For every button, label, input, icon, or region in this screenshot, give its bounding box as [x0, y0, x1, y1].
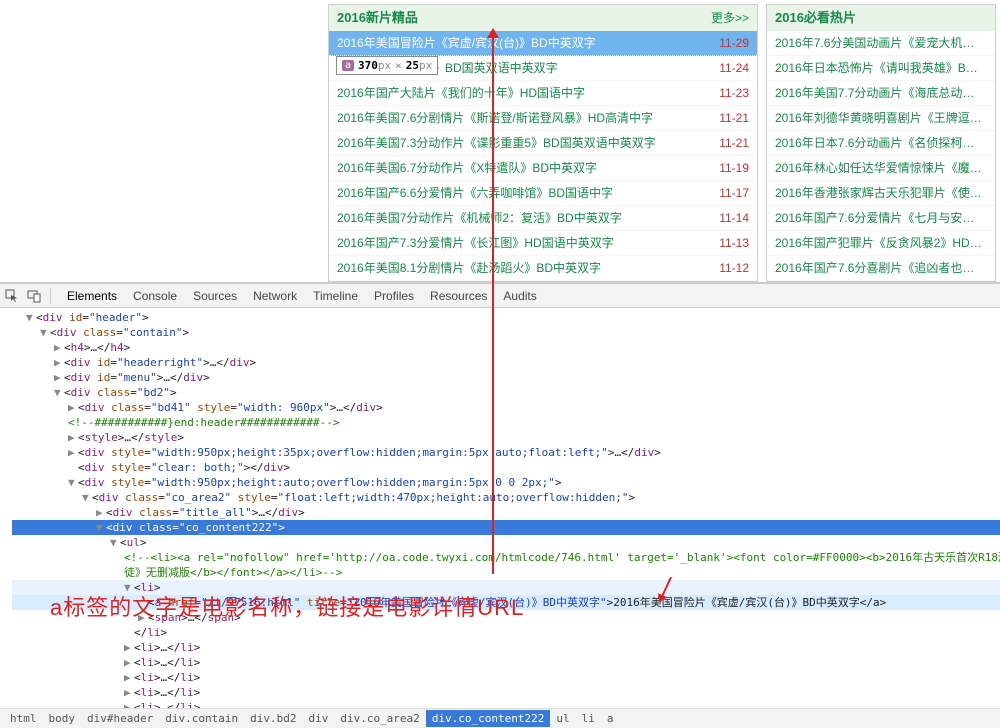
device-icon[interactable] [26, 288, 42, 304]
list-item: 2016年国产7.6分喜剧片《追凶者也》HD国语 [767, 256, 995, 281]
movie-link[interactable]: 2016年国产7.3分爱情片《长江图》HD国语中英双字 [337, 231, 614, 255]
movie-date: 11-23 [719, 81, 749, 105]
list-item: 2016年刘德华黄晓明喜剧片《王牌逗王牌》HD [767, 106, 995, 131]
list-item: 2016年美国7.3分动作片《谍影重重5》BD国英双语中英双字 11-21 [329, 131, 757, 156]
list-item: 2016年美国冒险片《宾虚/宾汉(台)》BD中英双字 11-29 [329, 31, 757, 56]
breadcrumb-item[interactable]: a [601, 710, 620, 727]
tooltip-width: 370px [358, 59, 391, 72]
panel-hot-movies: 2016必看热片 2016年7.6分美国动画片《爱宠大机密》BD国2016年日本… [766, 4, 996, 282]
movie-date: 11-19 [719, 156, 749, 180]
list-item: 2015年国产6.7分悬疑片《黑处有什么》HD国 [767, 281, 995, 282]
movie-link[interactable]: 2016年美国6.7分动作片《X特遣队》BD中英双字 [337, 156, 597, 180]
movie-link[interactable]: 2016年7.6分美国动画片《爱宠大机密》BD国 [775, 31, 985, 55]
breadcrumb-item[interactable]: div.contain [159, 710, 244, 727]
breadcrumb-item[interactable]: ul [550, 710, 575, 727]
devtools-tab-audits[interactable]: Audits [495, 285, 544, 307]
movie-date: 11-14 [719, 206, 749, 230]
devtools-tab-elements[interactable]: Elements [59, 285, 125, 307]
breadcrumb-item[interactable]: div.bd2 [244, 710, 302, 727]
more-link[interactable]: 更多>> [711, 5, 749, 31]
movie-link[interactable]: 2016年林心如任达华爱情惊悚片《魔宫魅影》 [775, 156, 985, 180]
movie-link[interactable]: 2016年国产大陆片《我们的十年》HD国语中字 [337, 81, 585, 105]
movie-link[interactable]: 2016年美国冒险片《宾虚/宾汉(台)》BD中英双字 [337, 31, 596, 55]
toolbar-separator [50, 288, 51, 304]
panel-new-movies: 2016新片精品 更多>> 2016年美国冒险片《宾虚/宾汉(台)》BD中英双字… [328, 4, 758, 282]
movie-list-right: 2016年7.6分美国动画片《爱宠大机密》BD国2016年日本恐怖片《请叫我英雄… [767, 31, 995, 282]
list-item: 2016年日本7.6分动画片《名侦探柯南：纯黑的 [767, 131, 995, 156]
panel-title: 2016必看热片 [775, 5, 856, 31]
movie-link[interactable]: 2016年日本7.6分动画片《名侦探柯南：纯黑的 [775, 131, 985, 155]
breadcrumb[interactable]: htmlbodydiv#headerdiv.containdiv.bd2divd… [0, 708, 1000, 728]
movie-link[interactable]: 2016年刘德华黄晓明喜剧片《王牌逗王牌》HD [775, 106, 985, 130]
breadcrumb-item[interactable]: div.co_content222 [426, 710, 551, 727]
movie-date: 11-21 [719, 131, 749, 155]
movie-date: 11-29 [719, 31, 749, 55]
devtools-tab-network[interactable]: Network [245, 285, 305, 307]
list-item: 2016年国产犯罪片《反贪风暴2》HD国语中英 [767, 231, 995, 256]
tooltip-times: × [395, 59, 402, 72]
movie-link[interactable]: 2016年香港张家辉古天乐犯罪片《使徒行者电 [775, 181, 985, 205]
tooltip-height: 25px [406, 59, 433, 72]
breadcrumb-item[interactable]: li [576, 710, 601, 727]
inspect-icon[interactable] [4, 288, 20, 304]
element-size-tooltip: a 370px × 25px [336, 56, 438, 75]
list-item: 2016年林心如任达华爱情惊悚片《魔宫魅影》 [767, 156, 995, 181]
annotation-text: a标签的文字是电影名称，链接是电影详情URL [50, 590, 524, 622]
list-item: 2016年国产7.3分爱情片《长江图》HD国语中英双字 11-13 [329, 231, 757, 256]
devtools-panel: ElementsConsoleSourcesNetworkTimelinePro… [0, 282, 1000, 728]
movie-link[interactable]: 2016年国产犯罪片《反贪风暴2》HD国语中英 [775, 231, 985, 255]
movie-link[interactable]: 2016年美国8.1分剧情片《赴汤蹈火》BD中英双字 [337, 256, 601, 280]
devtools-toolbar: ElementsConsoleSourcesNetworkTimelinePro… [0, 284, 1000, 308]
breadcrumb-item[interactable]: div [302, 710, 334, 727]
list-item: 2016年美国7分动作片《机械师2：复活》BD中英双字 11-14 [329, 206, 757, 231]
movie-link[interactable]: 2016年美国7.3分动作片《谍影重重5》BD国英双语中英双字 [337, 131, 656, 155]
list-item: 2016年国产7.6分爱情片《七月与安生》HD国 [767, 206, 995, 231]
comment-node: <!--###########}end:header############--… [12, 415, 1000, 430]
comment-node: <!--<li><a rel="nofollow" href='http://o… [12, 550, 1000, 565]
selected-node[interactable]: ▼<div class="co_content222"> [12, 520, 1000, 535]
breadcrumb-item[interactable]: div#header [81, 710, 159, 727]
list-item: 2016年国产6.6分爱情片《六弄咖啡馆》BD国语中字 11-17 [329, 181, 757, 206]
list-item: 2016年国产大陆片《我们的十年》HD国语中字 11-23 [329, 81, 757, 106]
movie-link[interactable]: 2016年日本恐怖片《请叫我英雄》BD日语中字 [775, 56, 985, 80]
breadcrumb-item[interactable]: body [43, 710, 82, 727]
movie-link[interactable]: 2016年国产7.6分爱情片《七月与安生》HD国 [775, 206, 985, 230]
list-item: 2016年美国6.7分动作片《X特遣队》BD中英双字 11-19 [329, 156, 757, 181]
list-item: 2016年7.6分美国动画片《爱宠大机密》BD国 [767, 31, 995, 56]
movie-date: 11-21 [719, 106, 749, 130]
movie-link[interactable]: 2016年美国7.7分动画片《海底总动员2》BD [775, 81, 985, 105]
movie-link[interactable]: 2016年国产7.6分喜剧片《追凶者也》HD国语 [775, 256, 985, 280]
tooltip-tagname: a [342, 60, 354, 71]
list-item: 2016年日本恐怖片《请叫我英雄》BD日语中字 [767, 56, 995, 81]
elements-tree[interactable]: ▼<div id="header"> ▼<div class="contain"… [0, 308, 1000, 708]
devtools-tab-resources[interactable]: Resources [422, 285, 495, 307]
movie-link[interactable]: 2016年美国7分动作片《机械师2：复活》BD中英双字 [337, 206, 622, 230]
devtools-tab-timeline[interactable]: Timeline [305, 285, 366, 307]
devtools-tab-console[interactable]: Console [125, 285, 185, 307]
annotation-arrow-main [492, 34, 494, 574]
movie-link[interactable]: 2016年国产6.6分爱情片《六弄咖啡馆》BD国语中字 [337, 181, 613, 205]
movie-date: 11-24 [719, 56, 749, 80]
movie-date: 11-12 [719, 256, 749, 280]
devtools-tab-profiles[interactable]: Profiles [366, 285, 422, 307]
devtools-tab-sources[interactable]: Sources [185, 285, 245, 307]
list-item: 2016年美国7.6分剧情片《斯诺登/斯诺登风暴》HD高清中字 11-21 [329, 106, 757, 131]
movie-date: 11-17 [719, 181, 749, 205]
panel-header: 2016必看热片 [767, 5, 995, 31]
list-item: 2016年香港张家辉古天乐犯罪片《使徒行者电 [767, 181, 995, 206]
movie-link[interactable]: 2016年美国7.6分剧情片《斯诺登/斯诺登风暴》HD高清中字 [337, 106, 653, 130]
panel-title: 2016新片精品 [337, 5, 418, 31]
list-item: 2016年美国7.7分动画片《海底总动员2》BD [767, 81, 995, 106]
page-content: 2016新片精品 更多>> 2016年美国冒险片《宾虚/宾汉(台)》BD中英双字… [0, 0, 1000, 282]
movie-date: 11-13 [719, 231, 749, 255]
list-item: 2016年美国8.1分剧情片《赴汤蹈火》BD中英双字 11-12 [329, 256, 757, 281]
panel-header: 2016新片精品 更多>> [329, 5, 757, 31]
comment-node: 徒》无删减版</b></font></a></li>--> [12, 565, 1000, 580]
breadcrumb-item[interactable]: html [4, 710, 43, 727]
movie-link[interactable]: 2015年国产6.7分悬疑片《黑处有什么》HD国 [775, 281, 985, 282]
breadcrumb-item[interactable]: div.co_area2 [334, 710, 425, 727]
